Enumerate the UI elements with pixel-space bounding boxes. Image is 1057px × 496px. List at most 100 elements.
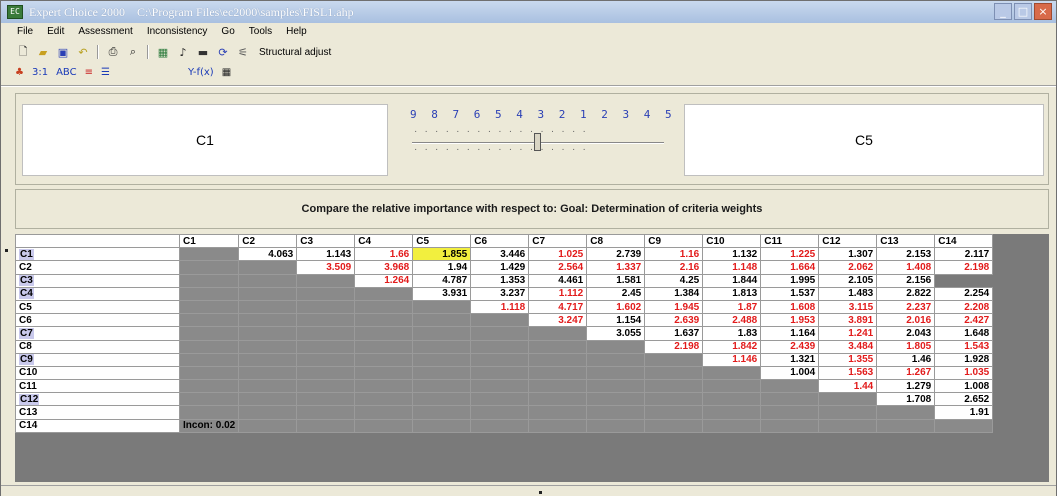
row-header-c13[interactable]: C13 <box>15 405 180 420</box>
judgment-cell[interactable]: 1.543 <box>934 339 994 354</box>
formula-button[interactable]: Y-f(x) <box>188 67 214 78</box>
judgment-cell[interactable]: 2.198 <box>934 260 994 275</box>
menu-help[interactable]: Help <box>284 25 309 41</box>
row-header-c14[interactable]: C14 <box>15 418 180 433</box>
judgment-cell[interactable]: 1.264 <box>354 273 414 288</box>
column-header-c10[interactable]: C10 <box>702 233 762 249</box>
judgment-cell[interactable]: 2.439 <box>760 339 820 354</box>
judgment-cell[interactable]: 1.112 <box>528 286 588 301</box>
judgment-cell[interactable]: 1.537 <box>760 286 820 301</box>
judgment-cell[interactable]: 1.225 <box>760 247 820 262</box>
monitor-icon[interactable]: ▬ <box>195 45 211 60</box>
judgment-cell[interactable]: 1.664 <box>760 260 820 275</box>
judgment-cell[interactable]: 4.25 <box>644 273 704 288</box>
judgment-cell[interactable]: 1.563 <box>818 365 878 381</box>
judgment-cell[interactable]: 1.154 <box>586 313 646 328</box>
judgment-cell[interactable]: 1.805 <box>876 339 936 354</box>
judgment-cell[interactable]: 3.484 <box>818 339 878 354</box>
judgment-cell[interactable]: 2.652 <box>934 392 994 407</box>
judgment-cell[interactable]: 1.004 <box>760 365 820 381</box>
judgment-cell[interactable]: 1.844 <box>702 273 762 288</box>
align-icon[interactable]: ☰ <box>101 67 110 78</box>
judgment-cell[interactable]: 2.16 <box>644 260 704 275</box>
row-header-c8[interactable]: C8 <box>15 339 180 354</box>
row-header-c9[interactable]: C9 <box>15 352 180 367</box>
right-criterion-box[interactable]: C5 <box>684 104 1044 176</box>
judgment-cell[interactable]: 2.016 <box>876 313 936 328</box>
judgment-cell[interactable]: 2.639 <box>644 313 704 328</box>
judgment-cell[interactable]: 1.384 <box>644 286 704 301</box>
ratio-button[interactable]: 3:1 <box>32 67 48 78</box>
judgment-cell[interactable]: 2.117 <box>934 247 994 262</box>
menu-go[interactable]: Go <box>219 25 236 41</box>
judgment-cell[interactable]: 1.429 <box>470 260 530 275</box>
judgment-cell[interactable]: 4.717 <box>528 299 588 315</box>
judgment-cell[interactable]: 4.461 <box>528 273 588 288</box>
judgment-cell[interactable]: 3.237 <box>470 286 530 301</box>
row-header-c11[interactable]: C11 <box>15 379 180 394</box>
column-header-c4[interactable]: C4 <box>354 233 414 249</box>
judgment-cell[interactable]: 1.279 <box>876 379 936 394</box>
menu-file[interactable]: File <box>15 25 35 41</box>
color-lines-icon[interactable]: ≡ <box>85 67 93 78</box>
open-folder-icon[interactable]: ▰ <box>35 45 51 60</box>
judgment-cell[interactable]: 1.46 <box>876 352 936 367</box>
judgment-cell[interactable]: 2.427 <box>934 313 994 328</box>
judgment-cell[interactable]: 1.581 <box>586 273 646 288</box>
judgment-cell[interactable]: 1.148 <box>702 260 762 275</box>
calculator-icon[interactable]: ▦ <box>155 45 171 60</box>
row-header-c10[interactable]: C10 <box>15 365 180 381</box>
judgment-cell[interactable]: 2.237 <box>876 299 936 315</box>
judgment-cell[interactable]: 2.156 <box>876 273 936 288</box>
column-header-c3[interactable]: C3 <box>296 233 356 249</box>
judgment-cell[interactable]: 1.87 <box>702 299 762 315</box>
column-header-c9[interactable]: C9 <box>644 233 704 249</box>
new-file-icon[interactable]: 🗋 <box>15 45 31 60</box>
judgment-cell[interactable]: 3.891 <box>818 313 878 328</box>
row-header-c3[interactable]: C3 <box>15 273 180 288</box>
music-note-icon[interactable]: ♪ <box>175 45 191 60</box>
judgment-cell[interactable]: 1.483 <box>818 286 878 301</box>
close-icon[interactable]: × <box>1034 3 1052 20</box>
judgment-cell[interactable]: 3.931 <box>412 286 472 301</box>
judgment-cell[interactable]: 1.035 <box>934 365 994 381</box>
judgment-cell[interactable]: 3.247 <box>528 313 588 328</box>
minimize-icon[interactable]: _ <box>994 3 1012 20</box>
column-header-c6[interactable]: C6 <box>470 233 530 249</box>
judgment-cell[interactable]: 1.945 <box>644 299 704 315</box>
row-header-c6[interactable]: C6 <box>15 313 180 328</box>
print-preview-icon[interactable]: ⌕ <box>125 45 141 60</box>
refresh-icon[interactable]: ⟳ <box>215 45 231 60</box>
judgment-cell[interactable]: 2.45 <box>586 286 646 301</box>
judgment-cell[interactable]: 2.254 <box>934 286 994 301</box>
column-header-c8[interactable]: C8 <box>586 233 646 249</box>
save-icon[interactable]: ▣ <box>55 45 71 60</box>
judgment-cell[interactable]: 4.787 <box>412 273 472 288</box>
row-header-c12[interactable]: C12 <box>15 392 180 407</box>
judgment-cell[interactable]: 2.822 <box>876 286 936 301</box>
column-header-c12[interactable]: C12 <box>818 233 878 249</box>
judgment-cell[interactable]: 1.995 <box>760 273 820 288</box>
title-bar[interactable]: EC Expert Choice 2000 C:\Program Files\e… <box>1 1 1056 23</box>
column-header-c13[interactable]: C13 <box>876 233 936 249</box>
judgment-cell[interactable]: 3.509 <box>296 260 356 275</box>
judgment-cell[interactable]: 3.055 <box>586 326 646 341</box>
row-header-c2[interactable]: C2 <box>15 260 180 275</box>
judgment-cell[interactable]: 1.118 <box>470 299 530 315</box>
row-header-c4[interactable]: C4 <box>15 286 180 301</box>
menu-inconsistency[interactable]: Inconsistency <box>145 25 210 41</box>
row-header-c1[interactable]: C1 <box>15 247 180 262</box>
judgment-cell[interactable]: 1.008 <box>934 379 994 394</box>
judgment-cell[interactable]: 2.564 <box>528 260 588 275</box>
column-header-c14[interactable]: C14 <box>934 233 994 249</box>
judgment-cell[interactable]: 1.953 <box>760 313 820 328</box>
menu-tools[interactable]: Tools <box>247 25 274 41</box>
judgment-cell[interactable]: 1.164 <box>760 326 820 341</box>
row-header-c5[interactable]: C5 <box>15 299 180 315</box>
judgment-cell[interactable]: 1.637 <box>644 326 704 341</box>
judgment-cell[interactable]: 1.842 <box>702 339 762 354</box>
judgment-cell[interactable]: 2.043 <box>876 326 936 341</box>
column-header-c7[interactable]: C7 <box>528 233 588 249</box>
verbal-scale-slider[interactable]: 9 8 7 6 5 4 3 2 1 2 3 4 5 6 7 8 9 ······… <box>408 108 757 172</box>
judgment-cell[interactable]: 1.928 <box>934 352 994 367</box>
